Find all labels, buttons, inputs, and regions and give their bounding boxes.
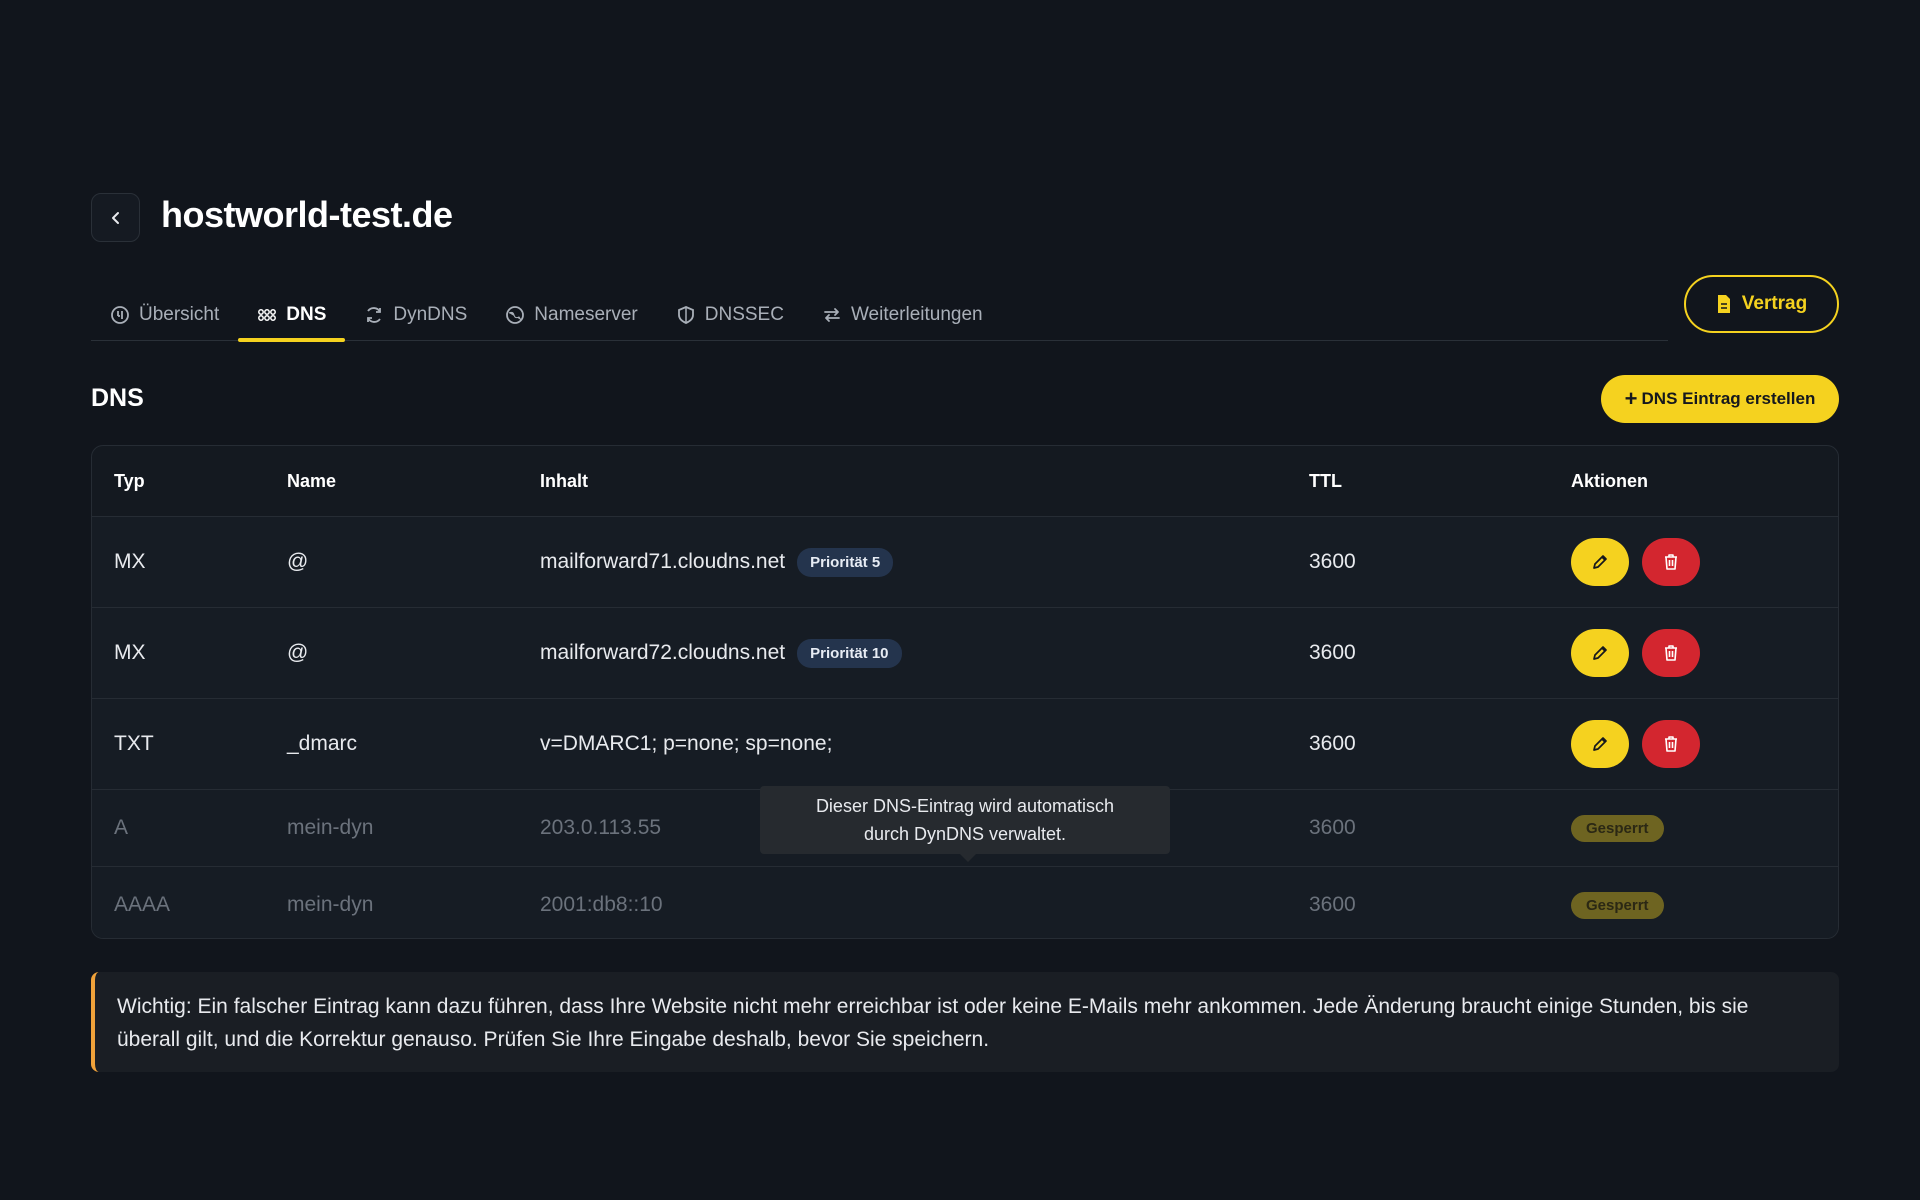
delete-button[interactable] [1642,629,1700,677]
cell-actions [1571,720,1700,768]
delete-button[interactable] [1642,720,1700,768]
cell-typ: MX [114,641,146,664]
column-header-aktionen: Aktionen [1571,470,1649,491]
tab-dyndns[interactable]: DynDNS [345,288,486,341]
pencil-icon [1593,555,1607,569]
cell-inhalt: v=DMARC1; p=none; sp=none; [540,732,832,756]
chevron-left-icon [111,211,119,224]
tab-weiterleitungen[interactable]: Weiterleitungen [803,288,1002,341]
cell-typ: MX [114,550,146,573]
tab-dns[interactable]: DNS [238,288,346,342]
tab-label: Weiterleitungen [850,303,983,325]
tab-overview[interactable]: Übersicht [91,288,238,341]
globe-icon [505,305,525,325]
column-header-typ: Typ [114,470,145,491]
tab-label: DNSSEC [704,303,784,325]
table-row-locked: AAAA mein-dyn 2001:db8::10 3600 Gesperrt [92,866,1838,938]
grid-icon [257,305,277,325]
warning-text: Wichtig: Ein falscher Eintrag kann dazu … [117,995,1749,1051]
cell-name: @ [287,641,309,664]
column-header-inhalt: Inhalt [540,470,588,491]
cell-inhalt: 2001:db8::10 [540,893,663,916]
contract-button-label: Vertrag [1741,293,1808,314]
cell-actions [1571,629,1700,677]
plus-icon: + [1624,386,1638,411]
edit-button[interactable] [1571,538,1629,586]
contract-button[interactable]: Vertrag [1684,275,1839,333]
cell-actions [1571,538,1700,586]
tab-label: DNS [286,303,327,325]
tab-nameserver[interactable]: Nameserver [486,288,656,341]
priority-badge: Priorität 5 [797,547,894,577]
tooltip: Dieser DNS-Eintrag wird automatisch durc… [760,786,1170,862]
trash-icon [1665,645,1677,661]
cell-typ: A [114,816,129,839]
table-row: MX @ mailforward72.cloudns.net Priorität… [92,607,1838,698]
tooltip-line: Dieser DNS-Eintrag wird automatisch [815,796,1115,816]
delete-button[interactable] [1642,538,1700,586]
tooltip-line: durch DynDNS verwaltet. [863,824,1067,844]
warning-notice: Wichtig: Ein falscher Eintrag kann dazu … [91,972,1839,1072]
cell-inhalt: mailforward71.cloudns.net Priorität 5 [540,547,894,577]
trash-icon [1665,554,1677,570]
cell-typ: AAAA [114,893,171,916]
edit-button[interactable] [1571,720,1629,768]
cell-name: mein-dyn [287,893,374,916]
back-button[interactable] [91,193,140,242]
cell-name: _dmarc [287,732,358,755]
tab-bar: Übersicht DNS DynDNS Nameserver DNSSEC W… [91,288,1668,342]
cell-inhalt-value: mailforward72.cloudns.net [540,641,786,664]
table-row: MX @ mailforward71.cloudns.net Priorität… [92,516,1838,607]
shield-icon [676,305,696,325]
column-header-ttl: TTL [1309,470,1342,491]
priority-badge: Priorität 10 [797,638,902,668]
tab-label: DynDNS [393,303,468,325]
cell-name: @ [287,550,309,573]
locked-badge: Gesperrt [1571,891,1664,919]
column-header-name: Name [287,470,337,491]
cell-inhalt: 203.0.113.55 [540,816,662,839]
tab-label: Übersicht [139,303,220,325]
cell-inhalt-value: mailforward71.cloudns.net [540,550,786,573]
document-icon [1717,295,1730,313]
table-row: TXT _dmarc v=DMARC1; p=none; sp=none; 36… [92,698,1838,789]
create-dns-entry-button[interactable]: + DNS Eintrag erstellen [1601,375,1839,423]
edit-button[interactable] [1571,629,1629,677]
cell-ttl: 3600 [1309,732,1356,755]
cell-actions: Gesperrt [1571,814,1664,842]
cell-name: mein-dyn [287,816,374,839]
page: hostworld-test.de Übersicht DNS DynDNS N… [0,0,1920,1200]
cell-ttl: 3600 [1309,641,1356,664]
tab-label: Nameserver [534,303,638,325]
trash-icon [1665,736,1677,752]
create-button-label: DNS Eintrag erstellen [1641,389,1816,408]
dns-table: Typ Name Inhalt TTL Aktionen MX @ mailfo… [91,445,1839,939]
tab-dnssec[interactable]: DNSSEC [657,288,803,341]
swap-arrows-icon [822,305,842,325]
overview-icon [110,305,130,325]
cell-inhalt-value: v=DMARC1; p=none; sp=none; [540,732,833,755]
section-title: DNS [91,384,144,412]
cell-ttl: 3600 [1309,816,1356,839]
cell-inhalt: mailforward72.cloudns.net Priorität 10 [540,638,902,668]
page-title: hostworld-test.de [161,194,453,235]
pencil-icon [1593,646,1607,660]
locked-badge: Gesperrt [1571,814,1664,842]
cell-ttl: 3600 [1309,550,1356,573]
pencil-icon [1593,737,1607,751]
refresh-icon [364,305,384,325]
cell-actions: Gesperrt [1571,891,1664,919]
table-header: Typ Name Inhalt TTL Aktionen [92,446,1838,516]
cell-typ: TXT [114,732,154,755]
cell-ttl: 3600 [1309,893,1356,916]
